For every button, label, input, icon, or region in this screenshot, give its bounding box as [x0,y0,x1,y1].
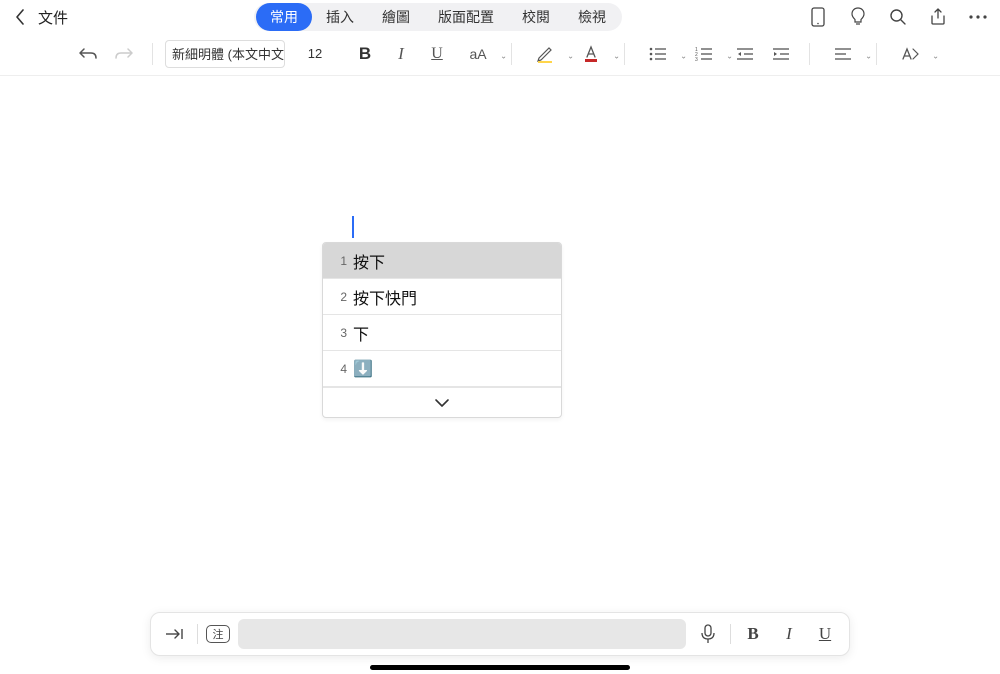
decrease-indent-button[interactable] [729,38,761,70]
bold-shortcut-button[interactable]: B [739,620,767,648]
candidate-number: 4 [333,362,347,376]
italic-shortcut-button[interactable]: I [775,620,803,648]
home-indicator [370,665,630,670]
ime-expand-button[interactable] [323,387,561,417]
indent-icon [772,47,790,61]
topbar-actions [808,7,988,27]
more-button[interactable] [968,7,988,27]
separator [197,624,198,644]
redo-button[interactable] [108,38,140,70]
underline-shortcut-button[interactable]: U [811,620,839,648]
chevron-down-icon [434,398,450,408]
font-family-selector[interactable]: 新細明體 (本文中文 [165,40,285,68]
ime-candidate-1[interactable]: 1 按下 [323,243,561,279]
tab-review[interactable]: 校閱 [508,3,564,31]
separator [730,624,731,644]
tab-icon [165,627,185,641]
phone-icon [811,7,825,27]
ime-candidate-3[interactable]: 3 下 [323,315,561,351]
candidate-number: 1 [333,254,347,268]
text-cursor [352,216,354,238]
numbered-list-icon: 123 [695,47,713,61]
tab-home[interactable]: 常用 [256,3,312,31]
tab-layout[interactable]: 版面配置 [424,3,508,31]
ime-candidate-2[interactable]: 2 按下快門 [323,279,561,315]
outdent-icon [736,47,754,61]
candidate-text: 按下快門 [353,285,417,309]
ribbon-tabs: 常用 插入 繪圖 版面配置 校閱 檢視 [254,3,622,31]
bullet-list-icon [649,47,667,61]
candidate-text: 下 [353,321,369,345]
zhuyin-label: 注 [213,626,224,642]
align-icon [834,47,852,61]
redo-icon [114,46,134,62]
search-icon [889,8,907,26]
ellipsis-icon [969,15,987,19]
italic-button[interactable]: I [385,38,417,70]
underline-button[interactable]: U [421,38,453,70]
chevron-left-icon [15,9,25,25]
styles-icon [900,46,920,62]
dictation-button[interactable] [694,620,722,648]
font-color-icon [582,45,600,63]
highlight-button[interactable]: ⌄ [524,38,566,70]
bullet-list-button[interactable]: ⌄ [637,38,679,70]
tab-insert[interactable]: 插入 [312,3,368,31]
highlighter-icon [536,45,554,63]
ime-input-field[interactable] [238,619,686,649]
candidate-text: 按下 [353,249,385,273]
alignment-button[interactable]: ⌄ [822,38,864,70]
document-title: 文件 [38,7,68,28]
microphone-icon [701,624,715,644]
search-button[interactable] [888,7,908,27]
tips-button[interactable] [848,7,868,27]
numbered-list-button[interactable]: 123 ⌄ [683,38,725,70]
undo-button[interactable] [72,38,104,70]
share-icon [929,8,947,26]
font-size-selector[interactable]: 12 [299,40,331,68]
candidate-emoji: ⬇️ [353,359,373,379]
styles-button[interactable]: ⌄ [889,38,931,70]
change-case-button[interactable]: aA⌄ [457,38,499,70]
tab-key-button[interactable] [161,620,189,648]
svg-text:3: 3 [695,57,698,61]
candidate-number: 3 [333,326,347,340]
input-accessory-bar: 注 B I U [150,612,850,656]
undo-icon [78,46,98,62]
back-button[interactable] [8,5,32,29]
font-color-button[interactable]: ⌄ [570,38,612,70]
ime-candidate-4[interactable]: 4 ⬇️ [323,351,561,387]
ime-candidate-panel: 1 按下 2 按下快門 3 下 4 ⬇️ [322,242,562,418]
tab-view[interactable]: 檢視 [564,3,620,31]
ribbon-toolbar: 新細明體 (本文中文 12 B I U aA⌄ ⌄ ⌄ ⌄ 123 ⌄ ⌄ ⌄ [0,32,1000,76]
share-button[interactable] [928,7,948,27]
lightbulb-icon [850,7,866,27]
tab-draw[interactable]: 繪圖 [368,3,424,31]
mobile-view-button[interactable] [808,7,828,27]
increase-indent-button[interactable] [765,38,797,70]
bold-button[interactable]: B [349,38,381,70]
zhuyin-toggle-button[interactable]: 注 [206,625,230,643]
document-canvas[interactable]: 1 按下 2 按下快門 3 下 4 ⬇️ [0,76,1000,604]
candidate-number: 2 [333,290,347,304]
topbar: 文件 常用 插入 繪圖 版面配置 校閱 檢視 [0,0,1000,32]
